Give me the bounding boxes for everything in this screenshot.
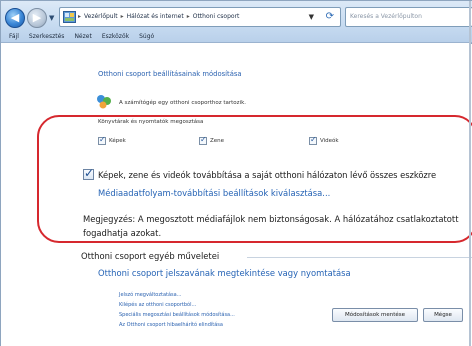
address-field[interactable]: ▸ Vezérlőpult ▸ Hálózat és internet ▸ Ot… <box>59 7 341 27</box>
breadcrumb-item-control-panel[interactable]: Vezérlőpult <box>84 13 118 20</box>
search-input[interactable]: Keresés a Vezérlőpulton <box>345 7 472 27</box>
security-note-line-1: Megjegyzés: A megosztott médiafájlok nem… <box>83 214 459 224</box>
control-panel-window: ◀ ▶ ▼ ▸ Vezérlőpult ▸ Hálózat és interne… <box>0 0 472 346</box>
crumb-separator-icon: ▸ <box>186 13 190 20</box>
homegroup-icon <box>97 95 111 109</box>
recent-pages-dropdown-icon[interactable]: ▼ <box>49 14 54 22</box>
advanced-sharing-link[interactable]: Speciális megosztási beállítások módosít… <box>119 312 235 318</box>
menu-help[interactable]: Súgó <box>139 33 154 40</box>
menu-bar: Fájl Szerkesztés Nézet Eszközök Súgó <box>1 29 472 43</box>
share-videos-checkbox[interactable] <box>309 135 317 145</box>
action-links-list: Jelszó megváltoztatása... Kilépés az ott… <box>119 292 235 328</box>
security-note-line-2: fogadhatja azokat. <box>83 228 162 238</box>
page-title: Otthoni csoport beállításainak módosítás… <box>98 70 242 78</box>
crumb-separator-icon: ▸ <box>120 13 124 20</box>
other-actions-heading: Otthoni csoport egyéb műveletei <box>81 251 220 261</box>
main-content: Otthoni csoport beállításainak módosítás… <box>1 44 472 346</box>
media-streaming-options-link[interactable]: Médiaadatfolyam-továbbítási beállítások … <box>98 188 330 198</box>
change-password-link[interactable]: Jelszó megváltoztatása... <box>119 292 235 298</box>
refresh-icon[interactable]: ⟳ <box>326 11 334 22</box>
leave-homegroup-link[interactable]: Kilépés az otthoni csoportból... <box>119 302 235 308</box>
share-videos-label: Videók <box>320 138 339 144</box>
homegroup-description: A számítógép egy otthoni csoporthoz tart… <box>119 100 246 106</box>
share-videos-option[interactable]: Videók <box>309 135 339 145</box>
share-libraries-label: Könyvtárak és nyomtatók megosztása <box>98 119 204 125</box>
window-edge <box>469 1 471 346</box>
share-pictures-option[interactable]: Képek <box>98 135 126 145</box>
stream-media-label: Képek, zene és videók továbbítása a sajá… <box>98 170 437 180</box>
share-pictures-checkbox[interactable] <box>98 135 106 145</box>
troubleshooter-link[interactable]: Az Otthoni csoport hibaelhárító elindítá… <box>119 322 235 328</box>
menu-tools[interactable]: Eszközök <box>102 33 129 40</box>
share-music-label: Zene <box>210 138 225 144</box>
breadcrumb-item-network[interactable]: Hálózat és internet <box>127 13 184 20</box>
crumb-separator-icon: ▸ <box>78 13 82 20</box>
address-bar-area: ◀ ▶ ▼ ▸ Vezérlőpult ▸ Hálózat és interne… <box>1 1 472 43</box>
share-pictures-label: Képek <box>109 138 126 144</box>
save-changes-button[interactable]: Módosítások mentése <box>332 308 418 322</box>
menu-view[interactable]: Nézet <box>74 33 91 40</box>
cancel-button[interactable]: Mégse <box>423 308 463 322</box>
address-dropdown-icon[interactable]: ▼ <box>309 13 314 21</box>
back-button[interactable]: ◀ <box>5 8 25 28</box>
share-music-option[interactable]: Zene <box>199 135 225 145</box>
menu-file[interactable]: Fájl <box>9 33 19 40</box>
share-music-checkbox[interactable] <box>199 135 207 145</box>
forward-button[interactable]: ▶ <box>27 8 47 28</box>
view-print-password-link[interactable]: Otthoni csoport jelszavának megtekintése… <box>98 268 351 278</box>
section-divider <box>247 257 472 258</box>
dialog-buttons: Módosítások mentése Mégse <box>332 308 463 322</box>
stream-media-checkbox[interactable] <box>83 166 94 180</box>
menu-edit[interactable]: Szerkesztés <box>29 33 65 40</box>
control-panel-icon <box>63 11 76 23</box>
breadcrumb-item-homegroup[interactable]: Otthoni csoport <box>193 13 240 20</box>
security-note: Megjegyzés: A megosztott médiafájlok nem… <box>83 212 472 240</box>
search-placeholder: Keresés a Vezérlőpulton <box>350 13 422 20</box>
breadcrumb: ▸ Vezérlőpult ▸ Hálózat és internet ▸ Ot… <box>78 13 239 20</box>
